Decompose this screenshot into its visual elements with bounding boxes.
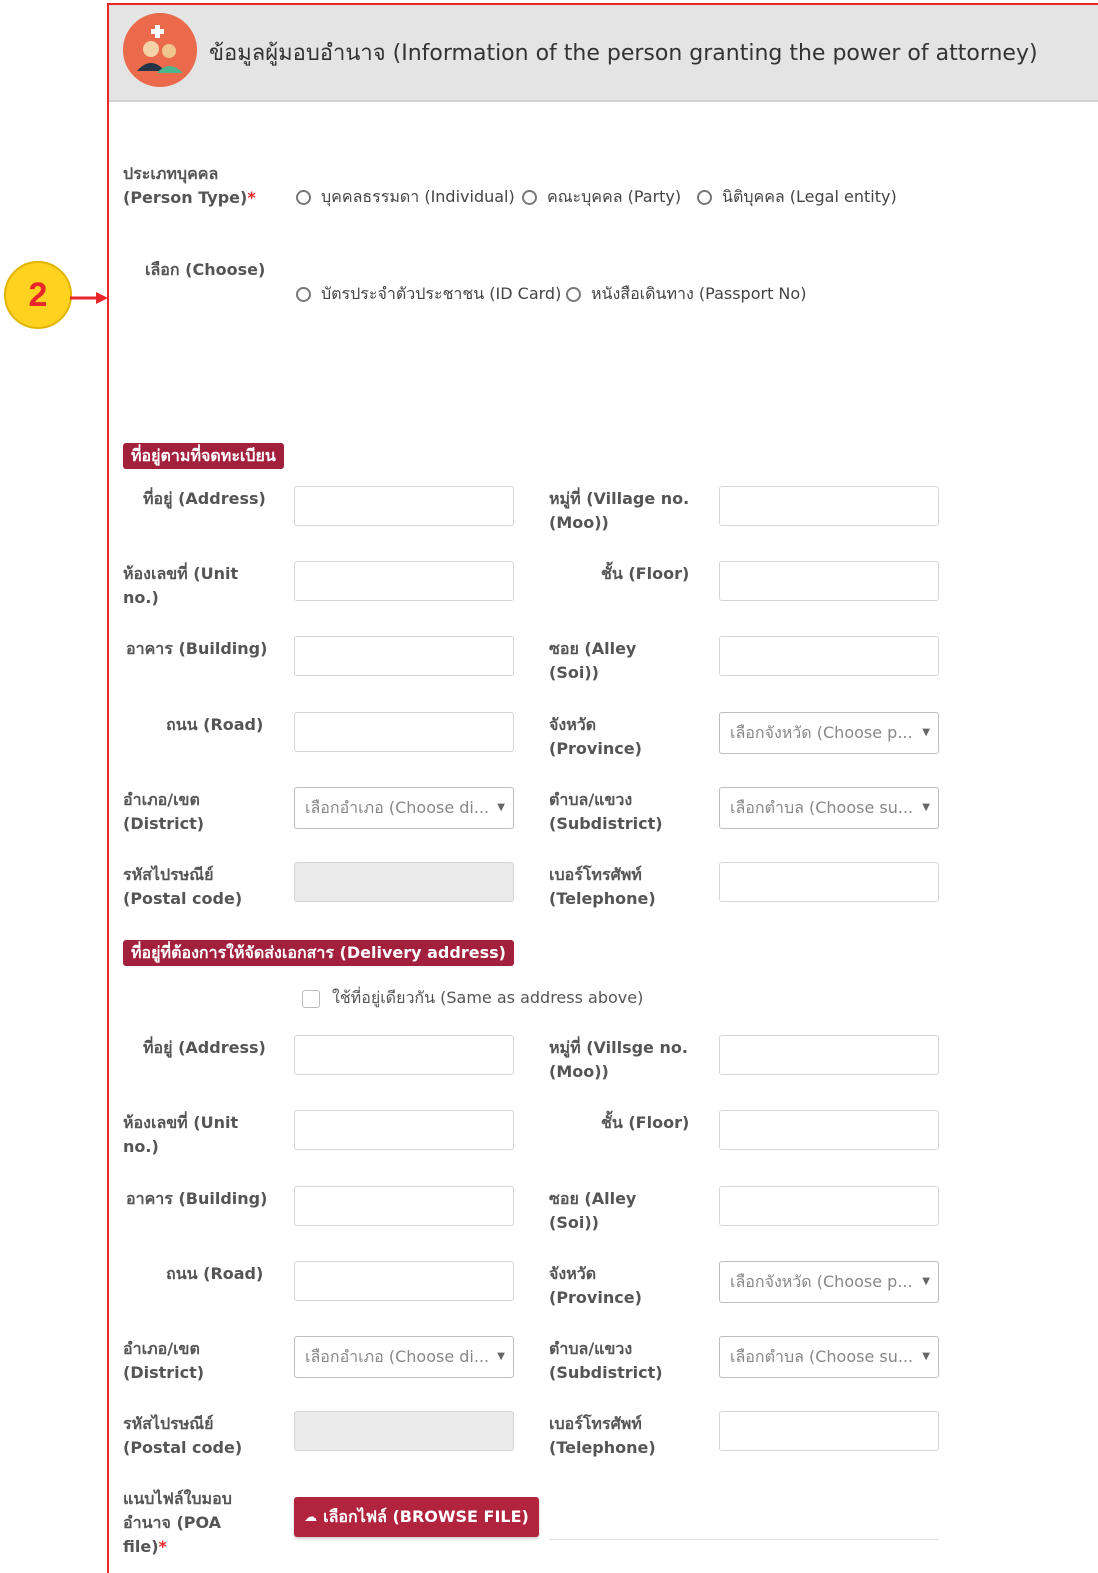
delivery-province-select[interactable]: เลือกจังหวัด (Choose p... ▼ xyxy=(719,1261,939,1303)
radio-party[interactable]: คณะบุคคล (Party) xyxy=(522,185,681,210)
person-type-label: ประเภทบุคคล (Person Type)* xyxy=(123,164,256,207)
floor-label: ชั้น (Floor) xyxy=(601,564,690,583)
delivery-soi-input[interactable] xyxy=(719,1186,939,1226)
delivery-address-badge: ที่อยู่ที่ต้องการให้จัดส่งเอกสาร (Delive… xyxy=(123,940,514,966)
subdistrict-select[interactable]: เลือกตำบล (Choose su... ▼ xyxy=(719,787,939,829)
delivery-unit-label: ห้องเลขที่ (Unit no.) xyxy=(123,1113,239,1156)
delivery-address-label: ที่อยู่ (Address) xyxy=(143,1038,266,1057)
section-header: ข้อมูลผู้มอบอำนาจ (Information of the pe… xyxy=(109,5,1098,102)
cloud-upload-icon: ☁ xyxy=(304,1509,318,1525)
postal-code-label: รหัสไปรษณีย์ (Postal code) xyxy=(123,865,243,908)
delivery-subdistrict-select[interactable]: เลือกตำบล (Choose su... ▼ xyxy=(719,1336,939,1378)
caret-down-icon: ▼ xyxy=(922,1351,930,1362)
road-label: ถนน (Road) xyxy=(166,715,264,734)
radio-id-card[interactable]: บัตรประจำตัวประชาชน (ID Card) xyxy=(296,282,561,307)
address-input[interactable] xyxy=(294,486,514,526)
telephone-label: เบอร์โทรศัพท์ (Telephone) xyxy=(549,865,656,908)
district-select[interactable]: เลือกอำเภอ (Choose di... ▼ xyxy=(294,787,514,829)
delivery-postal-code-label: รหัสไปรษณีย์ (Postal code) xyxy=(123,1414,243,1457)
building-input[interactable] xyxy=(294,636,514,676)
same-address-checkbox[interactable]: ใช้ที่อยู่เดียวกัน (Same as address abov… xyxy=(302,986,643,1011)
caret-down-icon: ▼ xyxy=(922,727,930,738)
telephone-input[interactable] xyxy=(719,862,939,902)
delivery-road-label: ถนน (Road) xyxy=(166,1264,264,1283)
caret-down-icon: ▼ xyxy=(497,1351,505,1362)
delivery-unit-input[interactable] xyxy=(294,1110,514,1150)
moo-label: หมู่ที่ (Village no. (Moo)) xyxy=(549,489,690,532)
soi-label: ซอย (Alley (Soi)) xyxy=(549,639,637,682)
building-label: อาคาร (Building) xyxy=(126,639,268,658)
road-input[interactable] xyxy=(294,712,514,752)
delivery-moo-label: หมู่ที่ (Villsge no. (Moo)) xyxy=(549,1038,688,1081)
choose-label: เลือก (Choose) xyxy=(145,260,266,279)
step-marker-badge: 2 xyxy=(4,261,72,329)
unit-label: ห้องเลขที่ (Unit no.) xyxy=(123,564,239,607)
radio-circle-icon xyxy=(566,287,581,302)
province-select[interactable]: เลือกจังหวัด (Choose p... ▼ xyxy=(719,712,939,754)
poa-file-label: แนบไฟล์ใบมอบ อำนาจ (POA file)* xyxy=(123,1489,232,1556)
radio-circle-icon xyxy=(296,287,311,302)
user-avatar-icon xyxy=(123,13,197,87)
browse-file-button[interactable]: ☁ เลือกไฟล์ (BROWSE FILE) xyxy=(294,1497,539,1537)
delivery-soi-label: ซอย (Alley (Soi)) xyxy=(549,1189,637,1232)
delivery-floor-label: ชั้น (Floor) xyxy=(601,1113,690,1132)
delivery-district-label: อำเภอ/เขต (District) xyxy=(123,1339,205,1382)
address-label: ที่อยู่ (Address) xyxy=(143,489,266,508)
subdistrict-label: ตำบล/แขวง (Subdistrict) xyxy=(549,790,663,833)
caret-down-icon: ▼ xyxy=(922,1276,930,1287)
delivery-telephone-input[interactable] xyxy=(719,1411,939,1451)
registered-address-badge: ที่อยู่ตามที่จดทะเบียน xyxy=(123,443,284,469)
postal-code-input xyxy=(294,862,514,902)
radio-passport[interactable]: หนังสือเดินทาง (Passport No) xyxy=(566,282,806,307)
unit-input[interactable] xyxy=(294,561,514,601)
page-title: ข้อมูลผู้มอบอำนาจ (Information of the pe… xyxy=(209,41,1038,66)
arrow-right-icon xyxy=(70,292,108,304)
caret-down-icon: ▼ xyxy=(922,802,930,813)
floor-input[interactable] xyxy=(719,561,939,601)
delivery-moo-input[interactable] xyxy=(719,1035,939,1075)
radio-circle-icon xyxy=(522,190,537,205)
moo-input[interactable] xyxy=(719,486,939,526)
delivery-province-label: จังหวัด (Province) xyxy=(549,1264,642,1307)
delivery-address-input[interactable] xyxy=(294,1035,514,1075)
delivery-postal-code-input xyxy=(294,1411,514,1451)
district-label: อำเภอ/เขต (District) xyxy=(123,790,205,833)
radio-individual[interactable]: บุคคลธรรมดา (Individual) xyxy=(296,185,515,210)
file-name-underline xyxy=(549,1539,939,1540)
delivery-district-select[interactable]: เลือกอำเภอ (Choose di... ▼ xyxy=(294,1336,514,1378)
radio-legal-entity[interactable]: นิติบุคคล (Legal entity) xyxy=(697,185,897,210)
caret-down-icon: ▼ xyxy=(497,802,505,813)
delivery-telephone-label: เบอร์โทรศัพท์ (Telephone) xyxy=(549,1414,656,1457)
checkbox-icon xyxy=(302,989,320,1008)
delivery-building-label: อาคาร (Building) xyxy=(126,1189,268,1208)
province-label: จังหวัด (Province) xyxy=(549,715,642,758)
delivery-building-input[interactable] xyxy=(294,1186,514,1226)
delivery-road-input[interactable] xyxy=(294,1261,514,1301)
radio-circle-icon xyxy=(697,190,712,205)
radio-circle-icon xyxy=(296,190,311,205)
delivery-floor-input[interactable] xyxy=(719,1110,939,1150)
soi-input[interactable] xyxy=(719,636,939,676)
delivery-subdistrict-label: ตำบล/แขวง (Subdistrict) xyxy=(549,1339,663,1382)
